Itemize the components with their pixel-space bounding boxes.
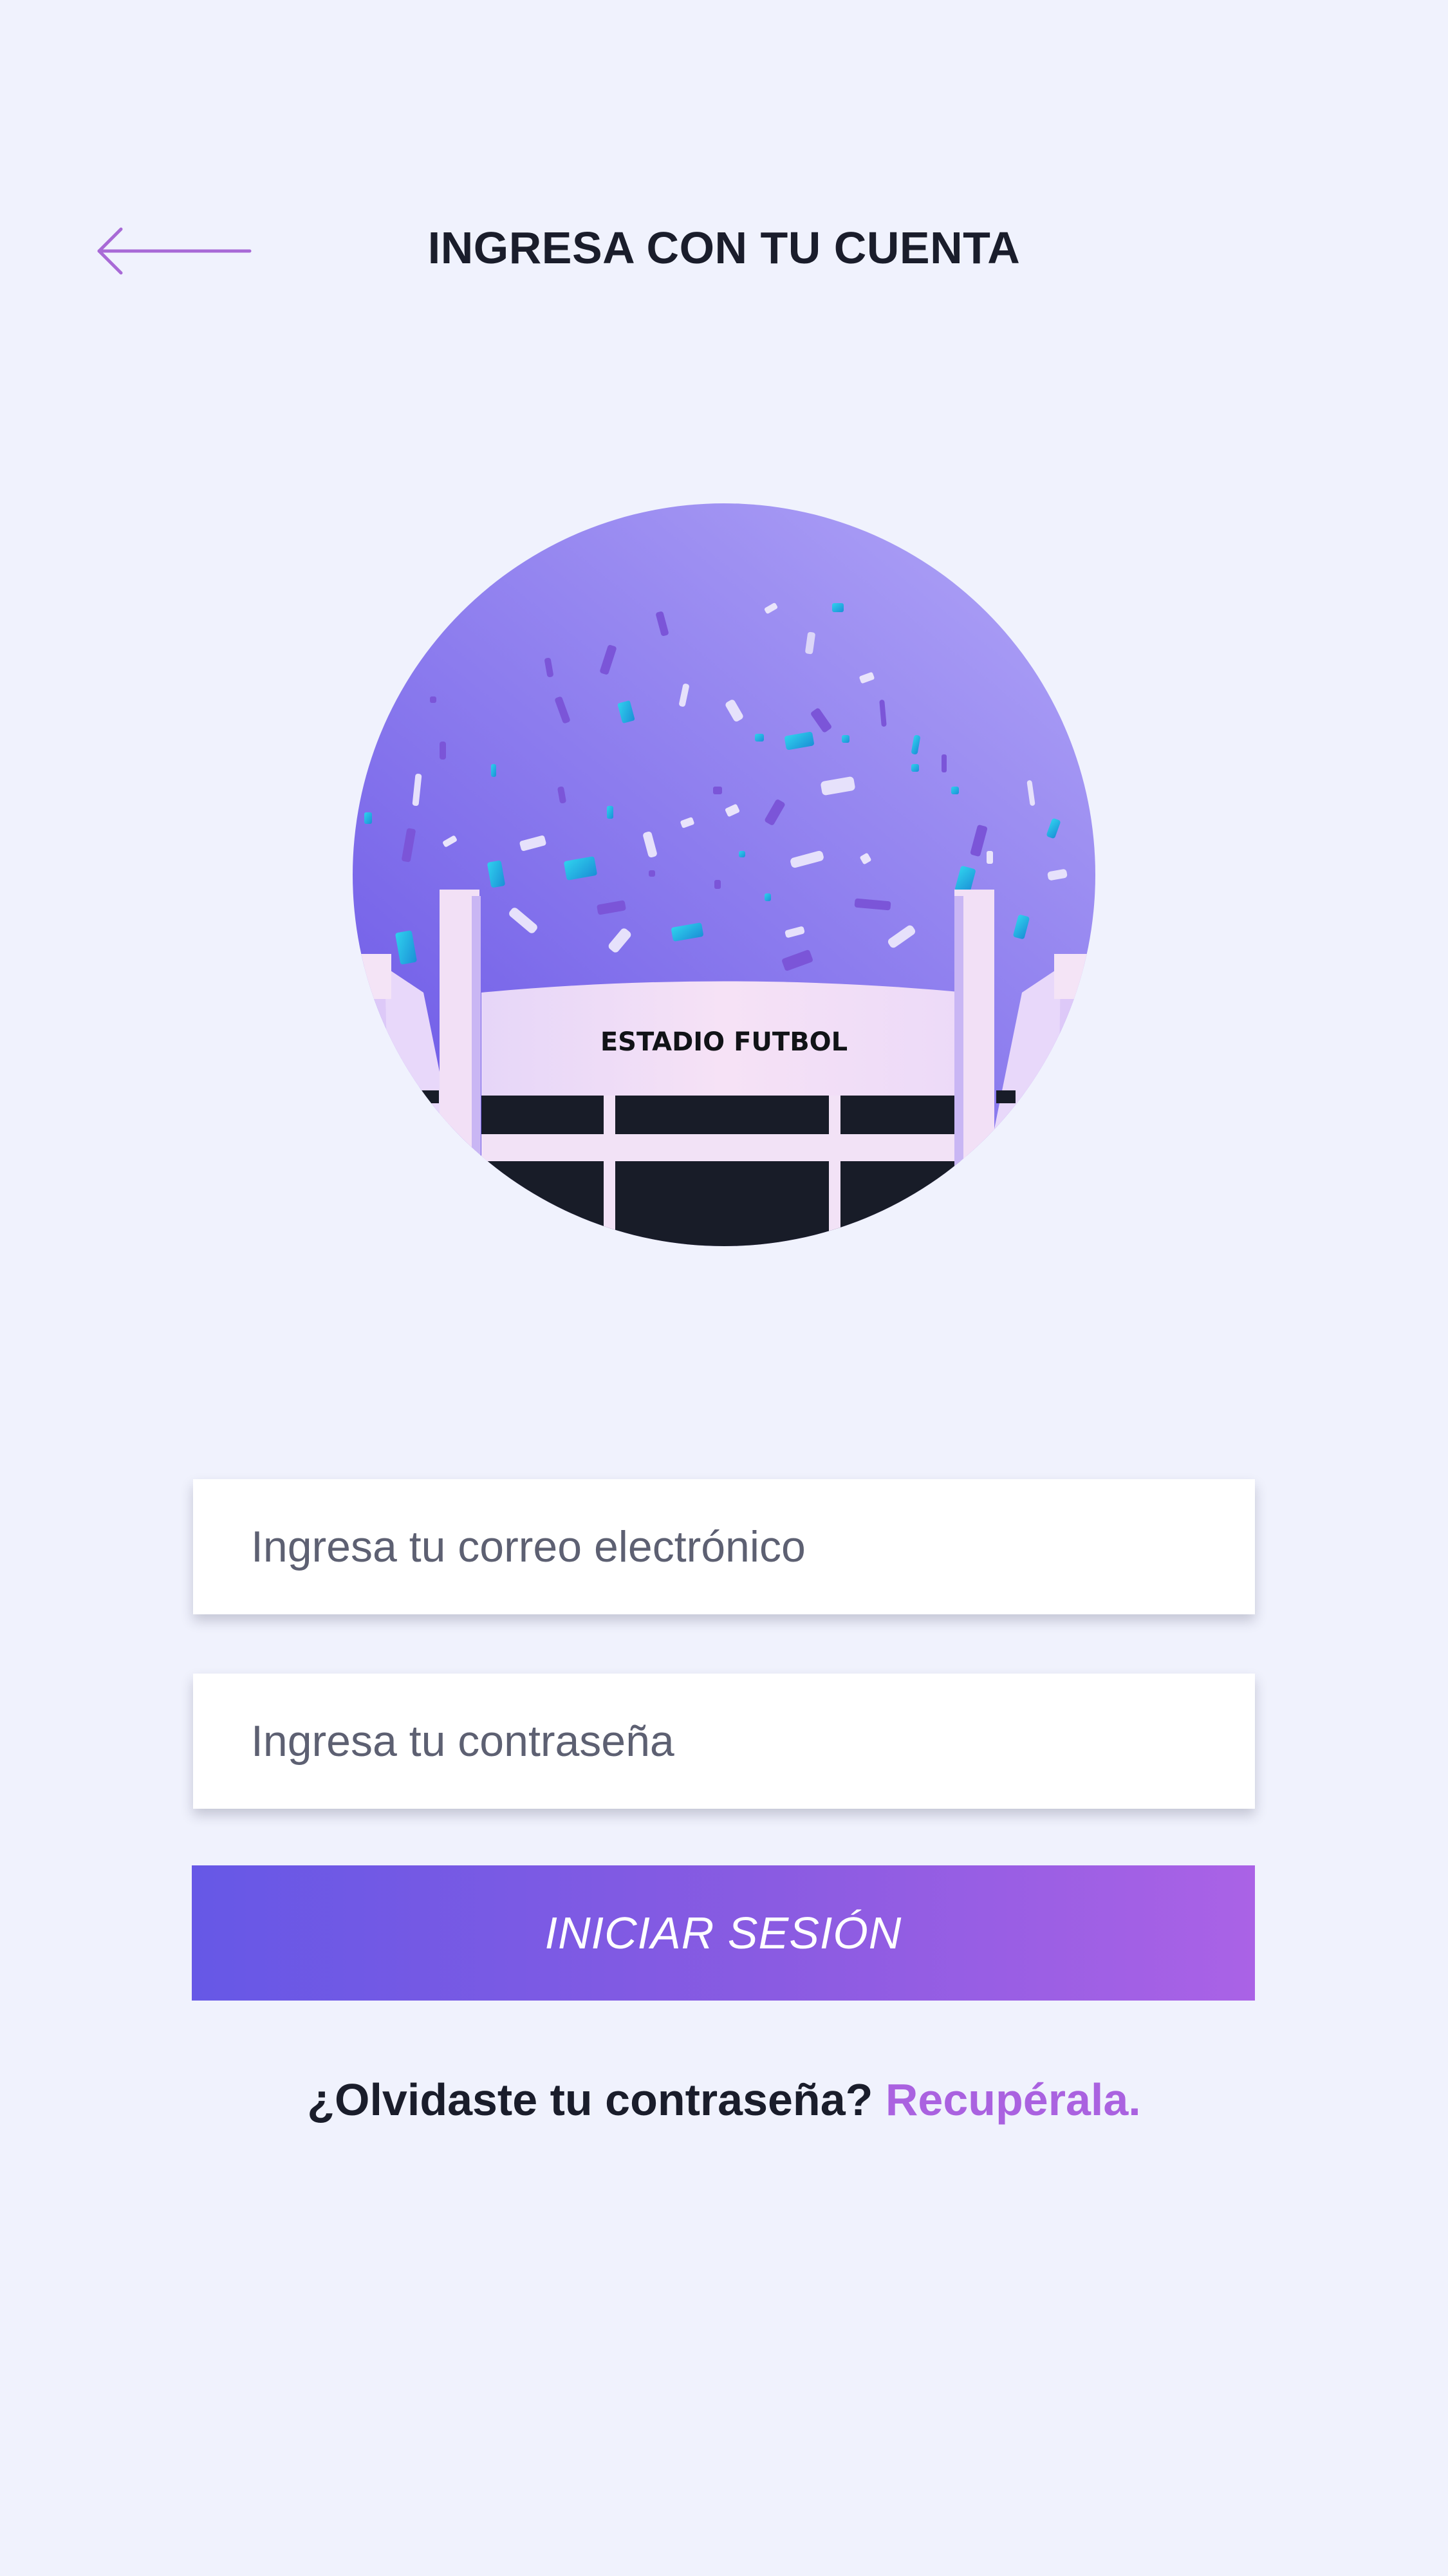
recover-password-link[interactable]: Recupérala.: [886, 2075, 1141, 2125]
stadium-sign-text: ESTADIO FUTBOL: [600, 1027, 848, 1057]
forgot-password-row: ¿Olvidaste tu contraseña? Recupérala.: [0, 2074, 1448, 2125]
password-field[interactable]: [193, 1674, 1255, 1809]
email-field[interactable]: [193, 1479, 1255, 1614]
stadium-illustration: ESTADIO FUTBOL: [353, 503, 1095, 1246]
login-button[interactable]: INICIAR SESIÓN: [192, 1865, 1255, 2001]
page-title: INGRESA CON TU CUENTA: [427, 223, 1021, 273]
forgot-password-text: ¿Olvidaste tu contraseña?: [307, 2075, 873, 2125]
